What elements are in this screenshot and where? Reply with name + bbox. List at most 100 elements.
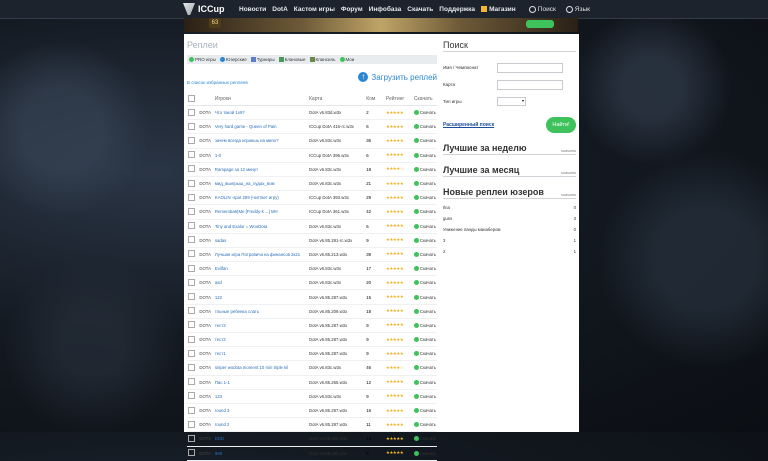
name-input[interactable] (497, 62, 563, 73)
download-button[interactable]: Скачать (413, 166, 436, 172)
replay-title-link[interactable]: sniper wodota moment 10 min triple kil (215, 365, 288, 370)
row-checkbox[interactable] (188, 193, 195, 201)
replay-title-link[interactable]: round 3 (215, 408, 230, 413)
download-button[interactable]: Скачать (413, 308, 436, 314)
banner-button[interactable] (526, 20, 554, 28)
download-button[interactable]: Скачать (413, 408, 436, 414)
download-button[interactable]: Скачать (413, 337, 436, 343)
replay-title-link[interactable]: asd (215, 280, 222, 285)
nav-news[interactable]: Новости (239, 6, 266, 13)
list-item[interactable]: guns 3 (443, 213, 576, 224)
download-button[interactable]: Скачать (413, 365, 436, 371)
row-checkbox[interactable] (188, 420, 195, 428)
download-button[interactable]: Скачать (413, 209, 436, 215)
replay-title-link[interactable]: тльные ребенка слать (215, 309, 259, 314)
row-checkbox[interactable] (188, 151, 195, 159)
download-button[interactable]: Скачать (413, 266, 436, 272)
replay-title-link[interactable]: тест3 (215, 323, 226, 328)
download-button[interactable]: Скачать (413, 322, 436, 328)
row-checkbox[interactable] (188, 321, 195, 329)
download-button[interactable]: Скачать (413, 450, 436, 456)
row-checkbox[interactable] (188, 179, 195, 187)
row-checkbox[interactable] (188, 207, 195, 215)
nav-infobase[interactable]: Инфобаза (369, 6, 402, 13)
row-checkbox[interactable] (188, 349, 195, 357)
filter-mine[interactable]: Мои (339, 57, 354, 62)
download-button[interactable]: Скачать (413, 436, 436, 442)
download-button[interactable]: Скачать (413, 195, 436, 201)
download-button[interactable]: Скачать (413, 152, 436, 158)
nav-custom-games[interactable]: Кастом игры (294, 6, 335, 13)
language-selector[interactable]: Язык (565, 5, 590, 13)
game-type-select[interactable]: ▾ (497, 97, 526, 106)
row-checkbox[interactable] (188, 335, 195, 343)
row-checkbox[interactable] (188, 378, 195, 386)
row-checkbox[interactable] (188, 278, 195, 286)
replay-title-link[interactable]: Rememba6(Me [Freddy-k ...] MH (215, 209, 278, 214)
replay-title-link[interactable]: Лучшая игра Потровича на финансов 2к21 (215, 252, 300, 257)
new-user-replays-link[interactable]: скачано (561, 192, 576, 197)
list-item[interactable]: 21 (443, 246, 576, 257)
download-button[interactable]: Скачать (413, 223, 436, 229)
replay-title-link[interactable]: зачем всегда играешь на мипо? (215, 138, 279, 143)
site-logo[interactable]: ICCup (183, 2, 225, 16)
download-button[interactable]: Скачать (413, 351, 436, 357)
search-link[interactable]: Поиск (528, 5, 556, 13)
nav-download[interactable]: Скачать (407, 6, 433, 13)
row-checkbox[interactable] (188, 108, 195, 116)
list-item[interactable]: Унижение панды манабером 0 (443, 224, 576, 235)
map-input[interactable] (497, 79, 563, 90)
replay-title-link[interactable]: Tiny and Exalor = WooDota (215, 224, 267, 229)
download-button[interactable]: Скачать (413, 138, 436, 144)
nav-forum[interactable]: Форум (341, 6, 363, 13)
filter-pro[interactable]: PRO игры (189, 57, 216, 62)
filter-tournaments[interactable]: Турниры (250, 57, 275, 62)
filter-clan[interactable]: Клановые (278, 57, 306, 62)
replay-title-link[interactable]: Evilfan (215, 266, 228, 271)
replay-title-link[interactable]: 1-0 (215, 153, 221, 158)
list-item[interactable]: Ilna 0 (443, 202, 576, 213)
filter-clanwar[interactable]: Клансиль (309, 57, 336, 62)
row-checkbox[interactable] (188, 406, 195, 414)
download-button[interactable]: Скачать (413, 237, 436, 243)
download-button[interactable]: Скачать (413, 294, 436, 300)
download-button[interactable]: Скачать (413, 251, 436, 257)
row-checkbox[interactable] (188, 250, 195, 258)
nav-support[interactable]: Поддержка (439, 6, 475, 13)
nav-dota[interactable]: DotA (272, 6, 288, 13)
replay-title-link[interactable]: мид_выигрыш_на_лудах_вом (215, 181, 275, 186)
replay-title-link[interactable]: round 2 (215, 422, 230, 427)
row-checkbox[interactable] (188, 449, 195, 457)
replay-title-link[interactable]: тест2 (215, 337, 226, 342)
replay-title-link[interactable]: Rampage за 12 минут (215, 167, 258, 172)
download-button[interactable]: Скачать (413, 393, 436, 399)
row-checkbox[interactable] (188, 222, 195, 230)
replay-title-link[interactable]: KAOLIN -spot 299 (чептвет игру) (215, 195, 279, 200)
best-month-link[interactable]: скачано (561, 170, 576, 175)
row-checkbox[interactable] (188, 136, 195, 144)
replay-title-link[interactable]: sadas (215, 238, 226, 243)
replay-title-link[interactable]: Very hard game - Queen of Pain (215, 124, 277, 129)
replay-title-link[interactable]: 123 (215, 394, 222, 399)
row-checkbox[interactable] (188, 122, 195, 130)
row-checkbox[interactable] (188, 293, 195, 301)
find-button[interactable]: Найти! (546, 117, 576, 133)
list-item[interactable]: 31 (443, 235, 576, 246)
row-checkbox[interactable] (188, 264, 195, 272)
replay-title-link[interactable]: 999 (215, 451, 222, 456)
row-checkbox[interactable] (188, 392, 195, 400)
replay-title-link[interactable]: Пас 1-1 (215, 380, 230, 385)
nav-shop[interactable]: Магазин (481, 6, 516, 13)
replay-title-link[interactable]: Что такой 1х9? (215, 110, 245, 115)
row-checkbox[interactable] (188, 363, 195, 371)
replay-title-link[interactable]: тест1 (215, 351, 226, 356)
download-button[interactable]: Скачать (413, 124, 436, 130)
download-button[interactable]: Скачать (413, 280, 436, 286)
row-checkbox[interactable] (188, 165, 195, 173)
best-week-link[interactable]: скачано (561, 148, 576, 153)
replay-title-link[interactable]: DDD (215, 436, 224, 441)
select-all-checkbox[interactable] (188, 94, 195, 102)
row-checkbox[interactable] (188, 434, 195, 442)
row-checkbox[interactable] (188, 236, 195, 244)
download-button[interactable]: Скачать (413, 379, 436, 385)
